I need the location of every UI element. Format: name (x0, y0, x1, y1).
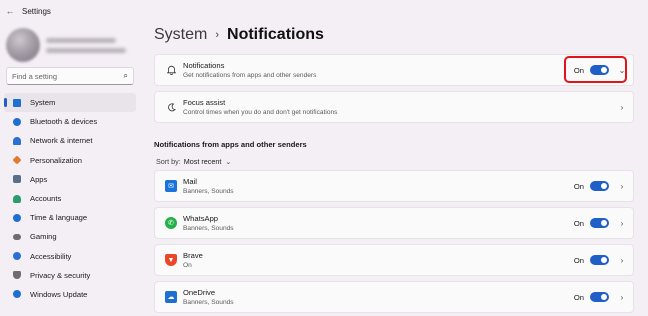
sidebar-item-apps[interactable]: Apps (4, 170, 136, 189)
chevron-right-icon: › (215, 29, 220, 41)
apps-icon (13, 175, 21, 184)
sidebar-nav: System Bluetooth & devices Network & int… (4, 93, 136, 304)
avatar (6, 28, 40, 62)
person-icon (13, 194, 21, 203)
app-row-whatsapp[interactable]: ✆ WhatsApp Banners, Sounds On › (154, 207, 634, 239)
sidebar-item-personalization[interactable]: Personalization (4, 151, 136, 170)
profile-name-blurred (46, 38, 116, 43)
search-input[interactable]: Find a setting ⌕ (6, 67, 134, 85)
sort-by-dropdown[interactable]: Sort by: Most recent ⌄ (156, 157, 231, 166)
breadcrumb: System › Notifications (154, 26, 324, 44)
mail-icon: ✉ (165, 180, 177, 192)
sort-label: Sort by: (156, 157, 181, 166)
sidebar-item-label: Gaming (30, 232, 57, 242)
sidebar-item-bluetooth[interactable]: Bluetooth & devices (4, 112, 136, 131)
sidebar-item-windows-update[interactable]: Windows Update (4, 285, 136, 304)
chevron-right-icon[interactable]: › (615, 293, 629, 302)
app-row-brave[interactable]: ▼ Brave On On › (154, 244, 634, 276)
shield-icon (13, 271, 21, 280)
page-title: Notifications (227, 26, 324, 43)
brave-icon: ▼ (165, 254, 177, 266)
main-content: System › Notifications Notifications Get… (154, 22, 634, 316)
back-arrow-icon[interactable]: ← (0, 6, 20, 16)
app-name: Mail (183, 177, 197, 186)
sidebar-item-gaming[interactable]: Gaming (4, 227, 136, 246)
notifications-title: Notifications (183, 61, 225, 70)
notifications-subtitle: Get notifications from apps and other se… (183, 72, 317, 79)
sidebar-item-privacy-security[interactable]: Privacy & security (4, 266, 136, 285)
focus-assist-title: Focus assist (183, 98, 226, 107)
chevron-right-icon[interactable]: › (615, 103, 629, 112)
whatsapp-icon: ✆ (165, 217, 177, 229)
sidebar-item-label: Bluetooth & devices (30, 117, 98, 127)
search-icon[interactable]: ⌕ (124, 71, 128, 81)
chevron-right-icon[interactable]: › (615, 219, 629, 228)
app-detail: Banners, Sounds (183, 299, 234, 306)
sidebar-item-label: Personalization (30, 155, 82, 165)
app-status: On (573, 218, 584, 228)
profile-email-blurred (46, 48, 126, 53)
app-status: On (573, 255, 584, 265)
app-detail: Banners, Sounds (183, 225, 234, 232)
highlight-box (564, 56, 627, 83)
sidebar-item-accessibility[interactable]: Accessibility (4, 247, 136, 266)
app-detail: On (183, 262, 192, 269)
app-row-onedrive[interactable]: ☁ OneDrive Banners, Sounds On › (154, 281, 634, 313)
notifications-setting-card[interactable]: Notifications Get notifications from app… (154, 54, 634, 86)
sidebar-item-time-language[interactable]: Time & language (4, 208, 136, 227)
brush-icon (12, 155, 22, 165)
sidebar-item-accounts[interactable]: Accounts (4, 189, 136, 208)
gamepad-icon (13, 233, 21, 240)
search-placeholder: Find a setting (12, 71, 58, 81)
focus-assist-card[interactable]: Focus assist Control times when you do a… (154, 91, 634, 123)
sidebar-item-network[interactable]: Network & internet (4, 131, 136, 150)
wifi-icon (13, 136, 21, 145)
focus-assist-subtitle: Control times when you do and don't get … (183, 109, 338, 116)
breadcrumb-parent[interactable]: System (154, 26, 207, 44)
section-title: Notifications from apps and other sender… (154, 140, 307, 149)
app-detail: Banners, Sounds (183, 188, 234, 195)
app-name: OneDrive (183, 288, 216, 297)
onedrive-icon: ☁ (165, 291, 177, 303)
user-profile[interactable] (6, 28, 136, 62)
sidebar-item-label: Accounts (30, 194, 62, 204)
sidebar-item-label: Network & internet (30, 136, 93, 146)
app-toggle[interactable] (590, 255, 609, 265)
sidebar-item-system[interactable]: System (4, 93, 136, 113)
app-name: WhatsApp (183, 214, 219, 223)
app-row-mail[interactable]: ✉ Mail Banners, Sounds On › (154, 170, 634, 202)
sidebar-item-label: Windows Update (30, 289, 88, 299)
update-icon (13, 290, 21, 299)
sidebar-item-label: System (30, 98, 56, 108)
sort-value: Most recent (183, 157, 222, 166)
chevron-right-icon[interactable]: › (615, 182, 629, 191)
sidebar-item-label: Accessibility (30, 251, 72, 261)
sidebar: Find a setting ⌕ System Bluetooth & devi… (0, 22, 142, 316)
chevron-right-icon[interactable]: › (615, 256, 629, 265)
monitor-icon (13, 98, 21, 107)
moon-icon (163, 102, 179, 112)
bell-icon (163, 65, 179, 75)
window-title: Settings (22, 6, 51, 16)
sidebar-item-label: Time & language (30, 213, 88, 223)
sidebar-item-label: Privacy & security (30, 270, 91, 280)
globe-clock-icon (13, 213, 21, 222)
app-toggle[interactable] (590, 181, 609, 191)
bluetooth-icon (13, 117, 21, 126)
accessibility-icon (13, 252, 21, 261)
app-status: On (573, 292, 584, 302)
title-bar: ← Settings (0, 0, 648, 22)
app-toggle[interactable] (590, 218, 609, 228)
app-toggle[interactable] (590, 292, 609, 302)
chevron-down-icon: ⌄ (225, 158, 232, 166)
app-name: Brave (183, 251, 203, 260)
app-status: On (573, 181, 584, 191)
sidebar-item-label: Apps (30, 174, 48, 184)
